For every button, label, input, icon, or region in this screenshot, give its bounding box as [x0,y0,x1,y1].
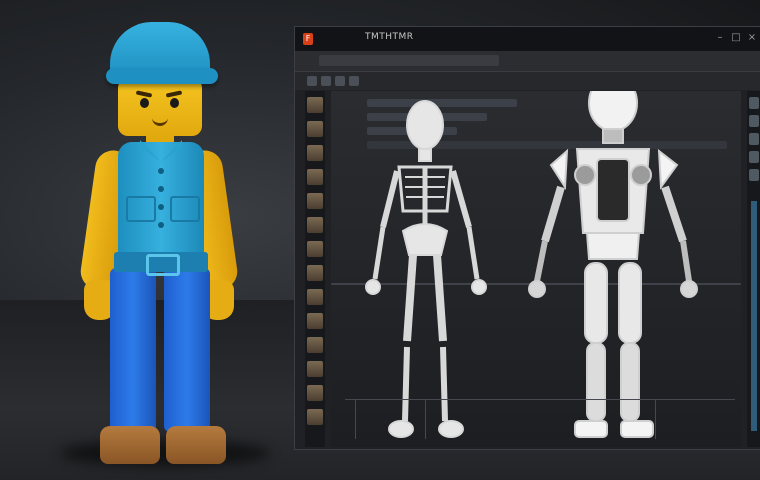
cap-brim [106,68,218,84]
asset-thumbnail[interactable] [307,385,323,401]
panel-icon[interactable] [749,115,759,127]
maximize-icon[interactable]: □ [731,33,741,43]
panel-icon[interactable] [749,133,759,145]
panel-icon[interactable] [749,97,759,109]
address-bar [295,51,760,72]
close-icon[interactable]: × [747,33,757,43]
editor-window: F TMTHTMR – □ × [294,26,760,450]
vest-button [158,204,164,210]
grid-line [425,399,426,439]
head [118,78,202,136]
eye [140,98,149,108]
right-toolbar [747,91,760,447]
window-title: TMTHTMR [365,32,414,42]
eyebrow [165,90,183,98]
asset-thumbnail[interactable] [307,217,323,233]
left-shoe [100,426,160,464]
vest-button [158,186,164,192]
asset-thumbnail[interactable] [307,169,323,185]
toy-figure [0,0,290,480]
vest-button [158,222,164,228]
minimize-icon[interactable]: – [715,33,725,43]
asset-thumbnail[interactable] [307,337,323,353]
skeleton-figure [365,100,487,438]
grid-line [355,399,356,439]
asset-thumbnail[interactable] [307,145,323,161]
android-figure [528,91,698,438]
asset-thumbnail[interactable] [307,313,323,329]
tool-icon[interactable] [321,76,331,86]
app-icon[interactable]: F [303,33,313,45]
left-leg [110,268,156,432]
panel-icon[interactable] [749,151,759,163]
asset-thumbnail[interactable] [307,361,323,377]
mouth [152,118,168,126]
belt-buckle [146,254,180,276]
scrollbar[interactable] [751,201,757,431]
viewport-floor [345,399,735,440]
asset-thumbnail[interactable] [307,409,323,425]
skeleton-models [365,91,698,438]
address-field[interactable] [319,55,499,66]
tool-icon[interactable] [307,76,317,86]
asset-thumbnail[interactable] [307,265,323,281]
right-shoe [166,426,226,464]
eye [170,98,179,108]
asset-thumbnail[interactable] [307,97,323,113]
asset-thumbnail[interactable] [307,193,323,209]
eyebrow [135,90,153,98]
tool-icon[interactable] [335,76,345,86]
title-bar[interactable]: F TMTHTMR – □ × [295,27,760,51]
grid-line [655,399,656,439]
toolbar [295,72,760,90]
tool-icon[interactable] [349,76,359,86]
asset-thumbnail[interactable] [307,289,323,305]
asset-panel [305,91,325,447]
vest-button [158,168,164,174]
panel-icon[interactable] [749,169,759,181]
right-leg [164,268,210,432]
vest-pocket [126,196,156,222]
3d-viewport[interactable] [331,91,741,447]
asset-thumbnail[interactable] [307,121,323,137]
asset-thumbnail[interactable] [307,241,323,257]
vest-pocket [170,196,200,222]
